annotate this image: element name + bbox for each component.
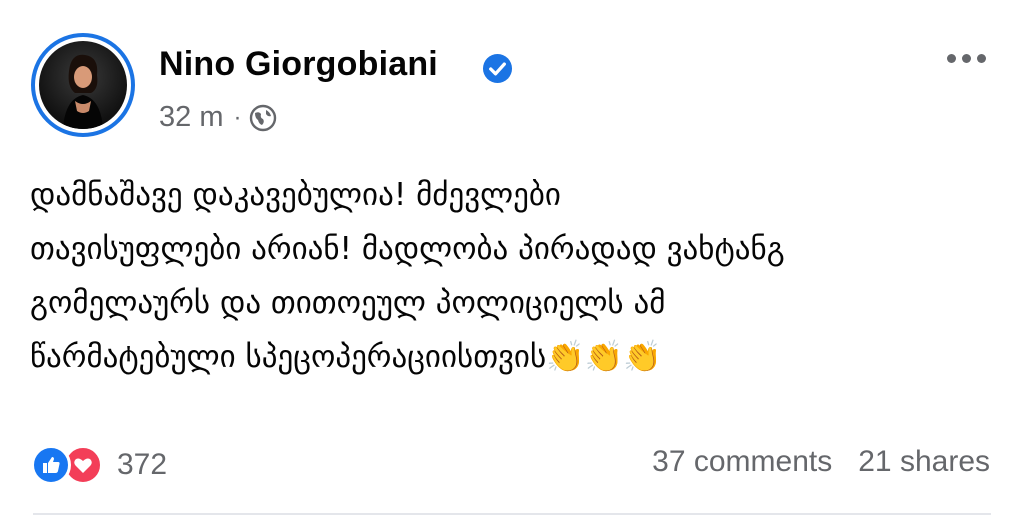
post-meta: 32 m · [159, 101, 277, 134]
post-text-line: დამნაშავე დაკავებულია! მძევლები [30, 177, 561, 213]
globe-icon[interactable] [249, 104, 277, 132]
post-text-line: თავისუფლები არიან! მადლობა პირადად ვახტა… [30, 231, 785, 267]
divider [33, 513, 991, 515]
like-icon [31, 445, 71, 485]
reaction-count: 372 [117, 448, 168, 481]
post-text: დამნაშავე დაკავებულია! მძევლები თავისუფლ… [30, 168, 990, 384]
post-text-line: წარმატებული სპეცოპერაციისთვის👏👏👏 [30, 339, 662, 375]
more-dot-icon [947, 53, 956, 63]
shares-count-link[interactable]: 21 shares [858, 445, 990, 479]
post-time[interactable]: 32 m [159, 101, 223, 134]
comments-count-link[interactable]: 37 comments [652, 445, 832, 479]
more-dot-icon [977, 53, 986, 63]
more-dot-icon [962, 53, 971, 63]
meta-separator: · [233, 103, 242, 131]
engagement-stats: 37 comments 21 shares [652, 445, 990, 479]
avatar-photo [39, 41, 127, 129]
more-options-button[interactable] [947, 48, 995, 68]
reactions-summary[interactable]: 372 [31, 445, 167, 485]
author-avatar[interactable] [31, 33, 135, 137]
verified-badge-icon [482, 53, 513, 84]
post-text-line: გომელაურს და თითოეულ პოლიციელს ამ [30, 285, 666, 321]
author-name[interactable]: Nino Giorgobiani [159, 45, 438, 84]
